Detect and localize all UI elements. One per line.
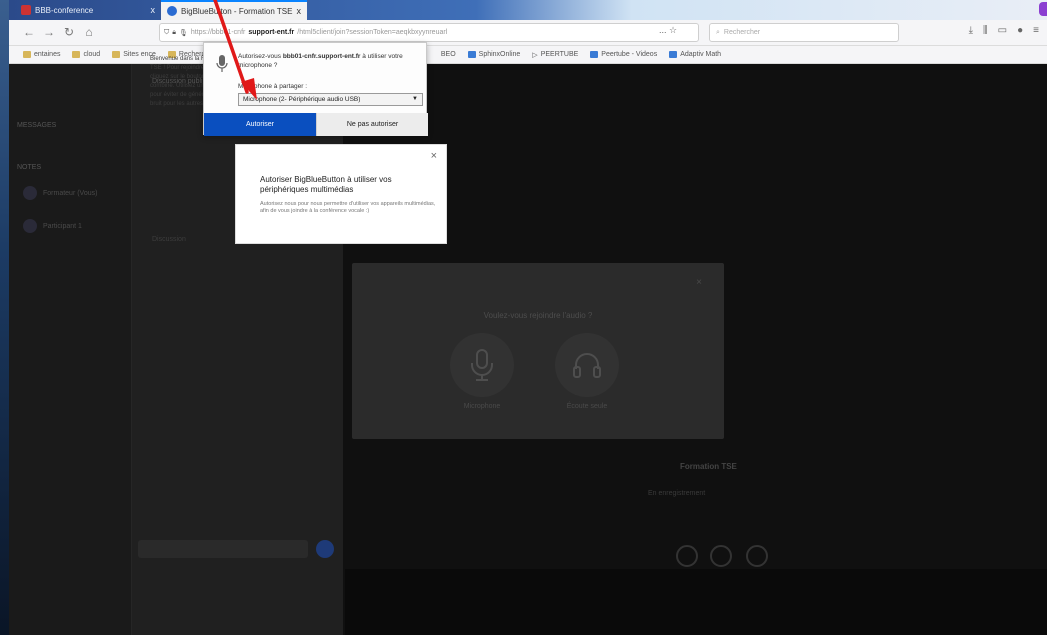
back-icon[interactable]: ← (21, 24, 37, 40)
actions-bar (345, 569, 1047, 635)
mic-permission-icon[interactable]: 🎙︎ (179, 29, 188, 37)
deny-button[interactable]: Ne pas autoriser (316, 113, 428, 136)
share-device-label: Microphone à partager : (238, 83, 308, 90)
account-icon[interactable]: ● (1017, 25, 1023, 36)
user-row[interactable]: Participant 1 (23, 219, 82, 233)
listen-only-label: Écoute seule (566, 403, 608, 410)
mic-permission-popup: Autorisez-vous bbb01-cnfr.support-ent.fr… (203, 42, 428, 136)
browser-nav-bar: ← → ↻ ⌂ ⛉ 🔒︎ 🎙︎ https://bbb01-cnfr suppor… (9, 20, 1047, 46)
bookmark-item[interactable]: BEO (441, 51, 456, 58)
tab-favicon-icon (167, 6, 177, 16)
join-audio-modal: × Voulez-vous rejoindre l'audio ? Microp… (352, 263, 724, 439)
permission-question: Autorisez-vous bbb01-cnfr.support-ent.fr… (238, 53, 403, 69)
chat-message-input[interactable] (138, 540, 308, 558)
folder-icon (112, 51, 121, 58)
tab-close-icon[interactable]: x (297, 6, 302, 16)
folder-icon (72, 51, 81, 58)
allow-button[interactable]: Autoriser (204, 113, 316, 136)
desktop-edge (0, 0, 9, 635)
bookmark-item[interactable]: entaines (23, 51, 60, 58)
page-actions-icon[interactable]: ... ☆ (659, 25, 677, 36)
microphone-select[interactable]: Microphone (2- Périphérique audio USB) ▼ (238, 93, 423, 106)
close-icon[interactable]: × (696, 277, 702, 288)
close-icon[interactable]: × (431, 150, 437, 162)
microphone-label: Microphone (463, 403, 501, 410)
reload-icon[interactable]: ↻ (61, 24, 77, 40)
folder-icon (23, 51, 31, 58)
downloads-icon[interactable]: ⤓ (969, 25, 973, 36)
send-message-button[interactable] (316, 540, 334, 558)
tab-close-icon[interactable]: x (151, 5, 156, 15)
headphones-icon (555, 333, 619, 397)
avatar (23, 219, 37, 233)
search-input[interactable]: ⌕ Rechercher (709, 23, 899, 42)
browser-tab-bar: BBB-conference x BigBlueButton - Formati… (9, 0, 1047, 20)
lock-icon: 🔒︎ (172, 28, 176, 36)
tab-label: BigBlueButton - Formation TSE (181, 6, 293, 16)
avatar (23, 186, 37, 200)
microphone-option[interactable]: Microphone (447, 333, 517, 410)
microphone-icon (450, 333, 514, 397)
home-icon[interactable]: ⌂ (81, 24, 97, 40)
menu-icon[interactable]: ≡ (1033, 25, 1039, 36)
bookmark-item[interactable]: Adaptiv Math (669, 51, 721, 58)
tab-favicon-icon (21, 5, 31, 15)
toolbar-icons: ⤓ ⫼ ▭ ● ≡ (969, 25, 1039, 36)
listen-only-option[interactable]: Écoute seule (552, 333, 622, 410)
meeting-title: Formation TSE (680, 462, 737, 471)
chat-label: Discussion (152, 236, 186, 243)
audio-control-button[interactable] (710, 545, 732, 567)
sidebar-icon[interactable]: ▭ (998, 25, 1007, 36)
microphone-icon (216, 55, 228, 78)
peertube-icon (590, 51, 599, 58)
sphinx-icon (467, 51, 476, 58)
adaptiv-icon (669, 51, 678, 58)
tab-label: BBB-conference (35, 5, 94, 15)
dialog-description: Autorisez nous pour nous permettre d'uti… (260, 201, 436, 214)
mic-control-button[interactable] (676, 545, 698, 567)
user-list-sidebar: MESSAGES NOTES Formateur (Vous) Particip… (9, 64, 131, 635)
bbb-media-permission-dialog: × Autoriser BigBlueButton à utiliser vos… (235, 144, 447, 244)
forward-icon[interactable]: → (41, 24, 57, 40)
recording-indicator[interactable]: En enregistrement (648, 490, 705, 497)
dialog-title: Autoriser BigBlueButton à utiliser vos p… (260, 175, 392, 194)
url-rest: /html5client/join?sessionToken=aeqkbxyyn… (297, 29, 448, 36)
url-bar[interactable]: ⛉ 🔒︎ 🎙︎ https://bbb01-cnfr support-ent.fr… (159, 23, 699, 42)
url-domain: support-ent.fr (248, 29, 295, 36)
browser-tab-1[interactable]: BBB-conference x (15, 0, 161, 20)
browser-tab-2-active[interactable]: BigBlueButton - Formation TSE x (161, 0, 307, 20)
url-prefix: https://bbb01-cnfr (190, 29, 246, 36)
window-edge-icon (1039, 2, 1047, 16)
screen: BBB-conference x BigBlueButton - Formati… (0, 0, 1047, 635)
library-icon[interactable]: ⫼ (983, 25, 988, 36)
search-placeholder: Rechercher (723, 29, 761, 36)
screen-share-button[interactable] (746, 545, 768, 567)
bookmark-item[interactable]: SphinxOnline (467, 51, 520, 58)
bookmark-item[interactable]: ▷ PEERTUBE (532, 51, 578, 59)
audio-question: Voulez-vous rejoindre l'audio ? (483, 311, 593, 320)
search-icon: ⌕ (716, 28, 720, 36)
messages-title: MESSAGES (17, 122, 57, 129)
shield-icon: ⛉ (164, 28, 170, 36)
notes-title: NOTES (17, 164, 42, 171)
bookmark-item[interactable]: Peertube - Videos (590, 51, 657, 58)
user-row[interactable]: Formateur (Vous) (23, 186, 97, 200)
chevron-down-icon: ▼ (412, 96, 418, 102)
peertube-icon: ▷ (532, 51, 538, 59)
bookmark-item[interactable]: cloud (72, 51, 100, 58)
